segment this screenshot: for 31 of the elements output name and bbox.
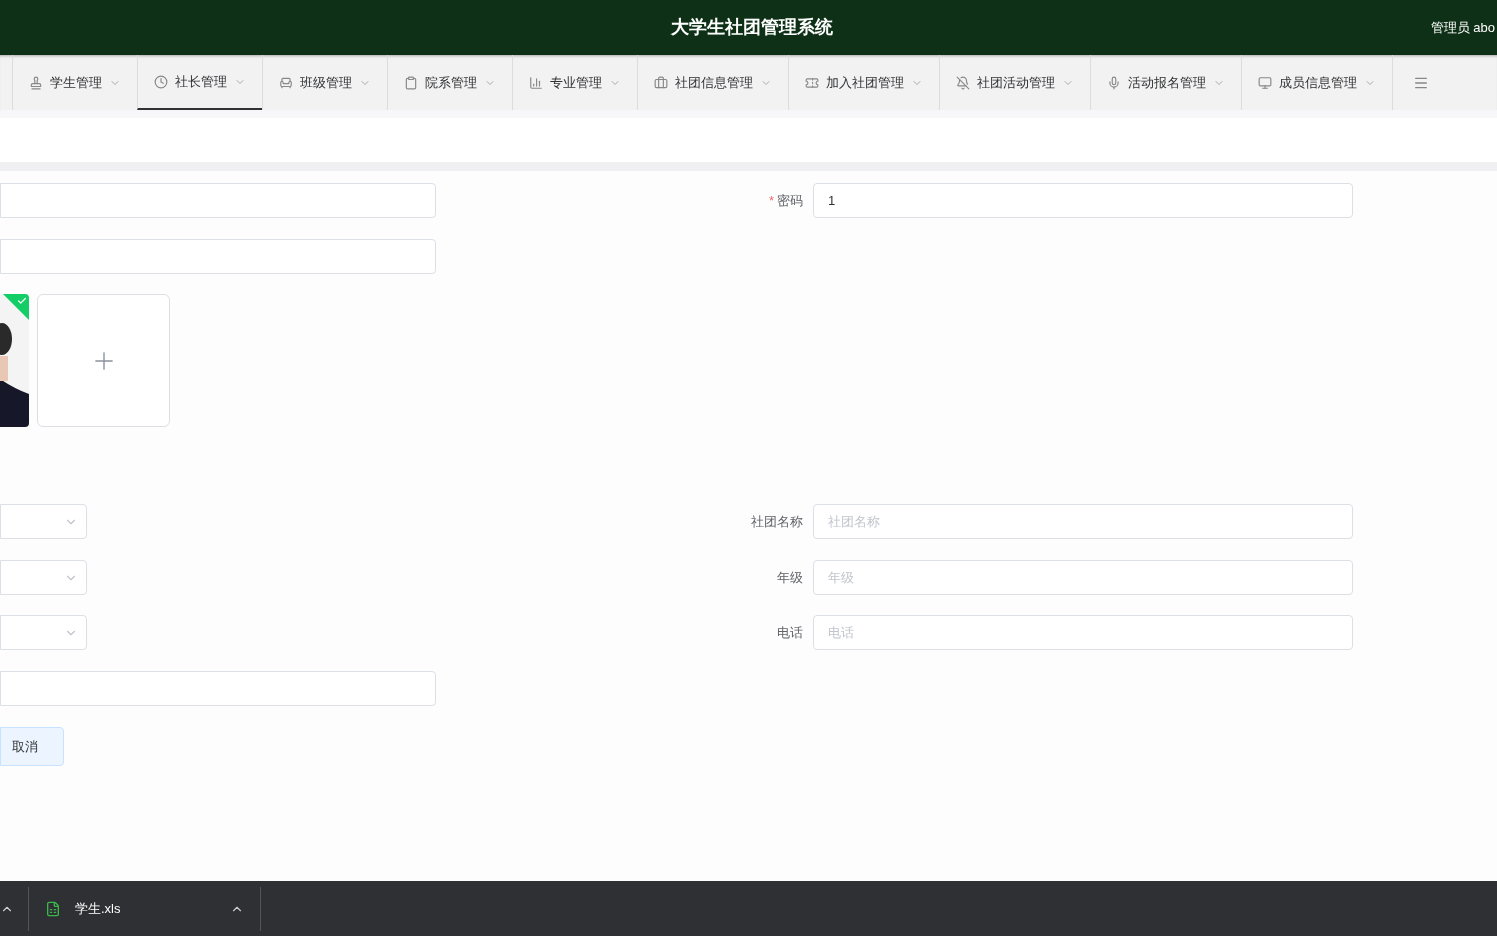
input-field[interactable]: 1 bbox=[813, 183, 1353, 218]
clipboard-icon bbox=[404, 75, 418, 90]
field-label: 密码 bbox=[777, 191, 803, 210]
clock-icon bbox=[154, 74, 168, 89]
cancel-button[interactable]: 取消 bbox=[0, 727, 64, 766]
input-field[interactable]: 年级 bbox=[813, 560, 1353, 595]
monitor-icon bbox=[1258, 75, 1272, 90]
stamp-icon bbox=[29, 75, 43, 90]
input-field[interactable] bbox=[0, 671, 436, 706]
field-label: 社团名称 bbox=[751, 512, 803, 531]
spreadsheet-icon bbox=[45, 900, 61, 917]
user-label[interactable]: 管理员 abo bbox=[1430, 17, 1495, 38]
microphone-icon bbox=[1107, 75, 1121, 90]
select-field[interactable] bbox=[0, 615, 87, 650]
field-label: 年级 bbox=[777, 568, 803, 587]
input-field[interactable]: 社团名称 bbox=[813, 504, 1353, 539]
app-title: 大学生社团管理系统 bbox=[670, 16, 833, 39]
select-field[interactable] bbox=[0, 560, 87, 595]
field-label: 电话 bbox=[777, 623, 803, 642]
bar-chart-icon bbox=[529, 75, 543, 90]
input-field[interactable]: 电话 bbox=[813, 615, 1353, 650]
input-field[interactable] bbox=[0, 239, 436, 274]
seat-icon bbox=[279, 75, 293, 90]
upload-button[interactable] bbox=[37, 294, 170, 427]
ticket-icon bbox=[805, 75, 819, 90]
bell-off-icon bbox=[956, 75, 970, 90]
download-filename[interactable]: 学生.xls bbox=[75, 898, 121, 919]
required-mark: * bbox=[768, 191, 774, 210]
briefcase-icon bbox=[654, 75, 668, 90]
input-field[interactable] bbox=[0, 183, 436, 218]
select-field[interactable] bbox=[0, 504, 87, 539]
